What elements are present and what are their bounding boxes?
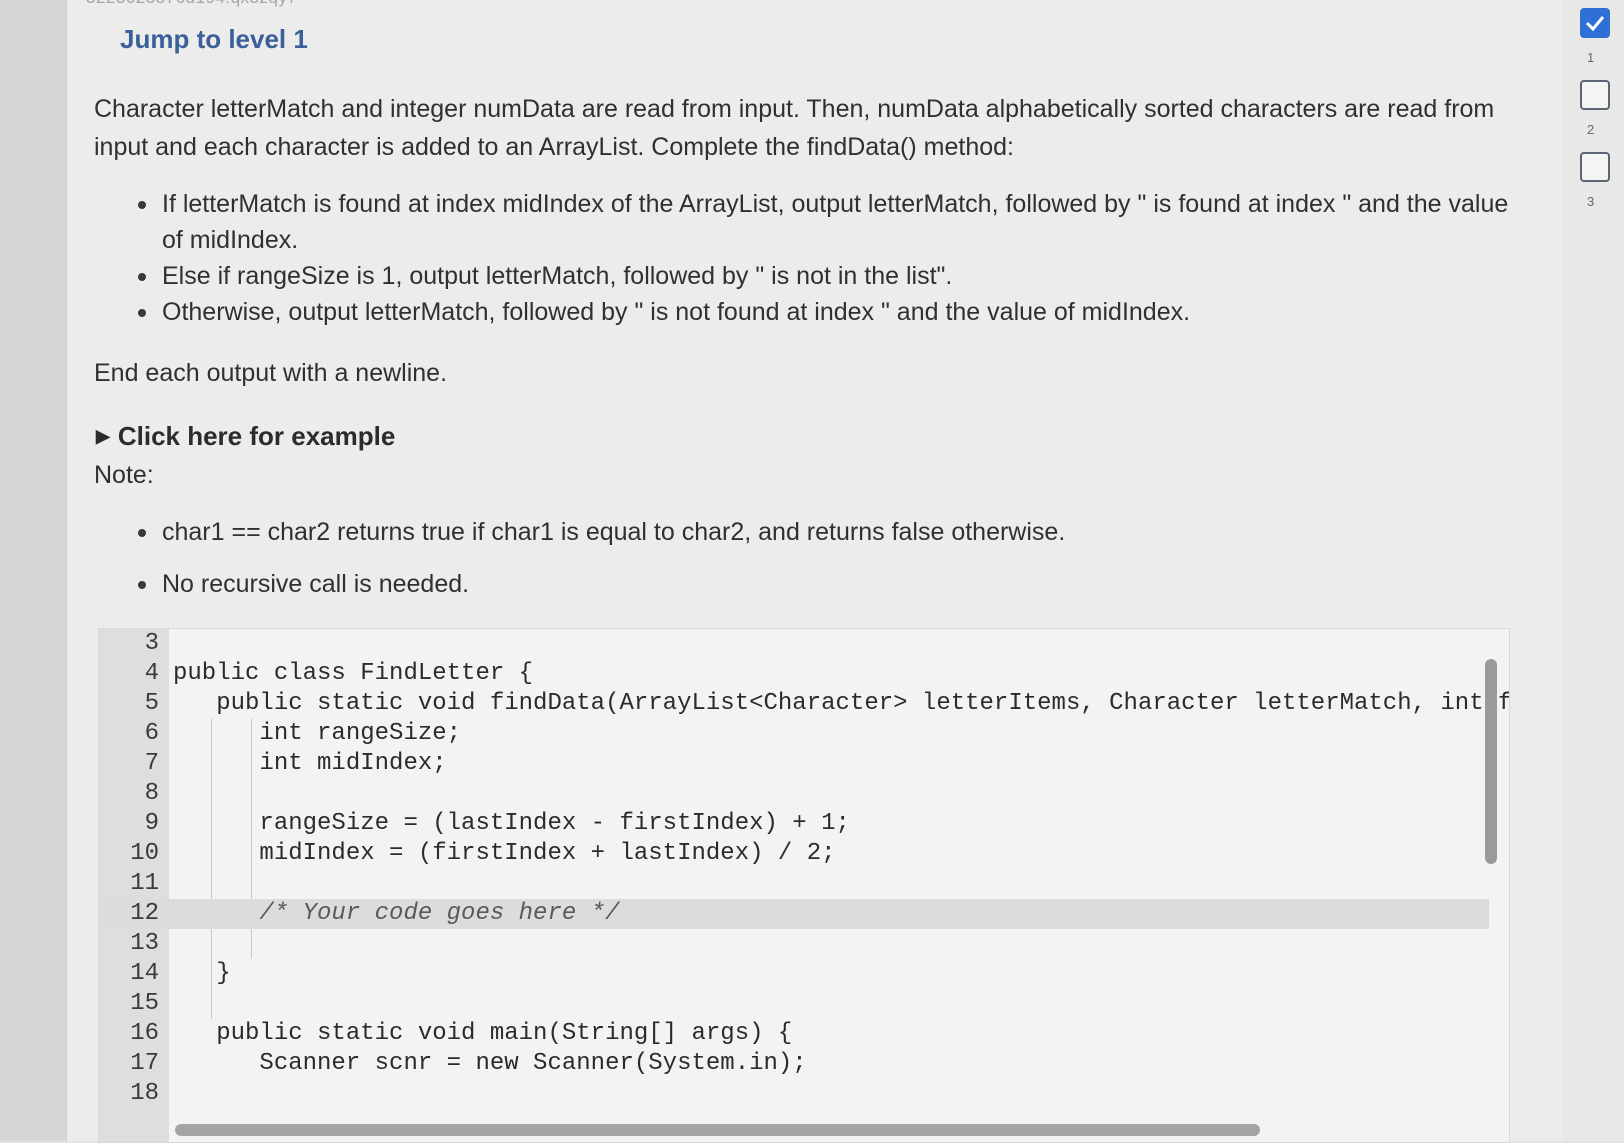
- code-line[interactable]: 3: [99, 629, 1489, 659]
- code-text[interactable]: int rangeSize;: [173, 719, 461, 749]
- line-number: 4: [144, 660, 159, 687]
- step-2-label: 2: [1587, 122, 1595, 137]
- step-3-checkbox[interactable]: [1580, 152, 1610, 182]
- line-number: 16: [130, 1020, 159, 1047]
- code-line[interactable]: 4 public class FindLetter {: [99, 659, 1489, 689]
- jump-to-level-link[interactable]: Jump to level 1: [120, 24, 308, 55]
- code-line[interactable]: 16 public static void main(String[] args…: [99, 1019, 1489, 1049]
- bullet-icon: [138, 581, 146, 589]
- code-text[interactable]: rangeSize = (lastIndex - firstIndex) + 1…: [173, 809, 850, 839]
- line-number: 8: [144, 780, 159, 807]
- code-line[interactable]: 5 public static void findData(ArrayList<…: [99, 689, 1509, 719]
- code-text[interactable]: Scanner scnr = new Scanner(System.in);: [173, 1049, 806, 1079]
- rule-item: If letterMatch is found at index midInde…: [132, 186, 1532, 258]
- code-line[interactable]: 6 int rangeSize;: [99, 719, 1489, 749]
- code-text[interactable]: public static void findData(ArrayList<Ch…: [173, 689, 1509, 719]
- code-line[interactable]: 8: [99, 779, 1489, 809]
- line-number: 12: [130, 900, 159, 927]
- code-line[interactable]: 9 rangeSize = (lastIndex - firstIndex) +…: [99, 809, 1489, 839]
- triangle-right-icon: ▶: [96, 426, 110, 446]
- example-toggle[interactable]: ▶ Click here for example: [96, 421, 395, 452]
- rules-list: If letterMatch is found at index midInde…: [132, 186, 1532, 330]
- rule-item: Otherwise, output letterMatch, followed …: [132, 294, 1532, 330]
- rule-item: Else if rangeSize is 1, output letterMat…: [132, 258, 1532, 294]
- checkmark-icon: [1585, 16, 1605, 32]
- code-line[interactable]: 7 int midIndex;: [99, 749, 1489, 779]
- note-label: Note:: [94, 461, 154, 489]
- left-margin: [0, 0, 67, 1141]
- bullet-icon: [138, 201, 146, 209]
- code-text[interactable]: /* Your code goes here */: [173, 899, 619, 929]
- note-item: No recursive call is needed.: [132, 566, 1532, 602]
- code-line[interactable]: 17 Scanner scnr = new Scanner(System.in)…: [99, 1049, 1489, 1079]
- code-editor[interactable]: 3 4 public class FindLetter {5 public stat…: [98, 628, 1510, 1143]
- step-1-checkbox[interactable]: [1580, 8, 1610, 38]
- line-number: 7: [144, 750, 159, 777]
- code-text[interactable]: int midIndex;: [173, 749, 446, 779]
- line-number: 11: [130, 870, 159, 897]
- line-number: 17: [130, 1050, 159, 1077]
- code-line[interactable]: 14 }: [99, 959, 1489, 989]
- vertical-scrollbar[interactable]: [1485, 659, 1497, 864]
- step-3-label: 3: [1587, 194, 1595, 209]
- intro-paragraph: Character letterMatch and integer numDat…: [94, 95, 1495, 161]
- code-text[interactable]: midIndex = (firstIndex + lastIndex) / 2;: [173, 839, 835, 869]
- code-line[interactable]: 11: [99, 869, 1489, 899]
- line-number: 5: [144, 690, 159, 717]
- code-text[interactable]: public class FindLetter {: [173, 659, 533, 689]
- end-note: End each output with a newline.: [94, 359, 448, 387]
- step-1-label: 1: [1587, 50, 1595, 65]
- activity-id: 3223023376d194.qx3zqy7: [86, 0, 297, 8]
- code-line[interactable]: 18: [99, 1079, 1489, 1109]
- bullet-icon: [138, 273, 146, 281]
- line-number: 15: [130, 990, 159, 1017]
- line-number: 14: [130, 960, 159, 987]
- code-text[interactable]: public static void main(String[] args) {: [173, 1019, 792, 1049]
- horizontal-scrollbar[interactable]: [175, 1124, 1260, 1136]
- bullet-icon: [138, 309, 146, 317]
- step-2-checkbox[interactable]: [1580, 80, 1610, 110]
- line-number: 6: [144, 720, 159, 747]
- bullet-icon: [138, 529, 146, 537]
- line-number: 13: [130, 930, 159, 957]
- note-item: char1 == char2 returns true if char1 is …: [132, 514, 1532, 550]
- line-number: 3: [144, 630, 159, 657]
- line-number: 18: [130, 1080, 159, 1107]
- code-text[interactable]: }: [173, 959, 230, 989]
- code-line[interactable]: 13: [99, 929, 1489, 959]
- code-line[interactable]: 10 midIndex = (firstIndex + lastIndex) /…: [99, 839, 1489, 869]
- code-line[interactable]: 12 /* Your code goes here */: [99, 899, 1489, 929]
- line-number: 10: [130, 840, 159, 867]
- line-number: 9: [144, 810, 159, 837]
- code-line[interactable]: 15: [99, 989, 1489, 1019]
- notes-list: char1 == char2 returns true if char1 is …: [132, 514, 1532, 602]
